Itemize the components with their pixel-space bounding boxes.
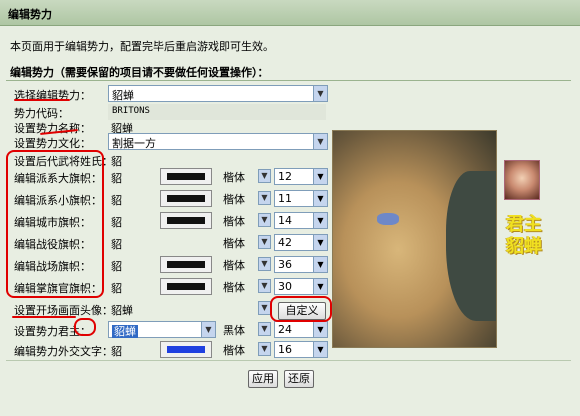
color-swatch-button[interactable] [160,278,212,295]
divider [6,80,571,81]
color-swatch-button[interactable] [160,168,212,185]
color-swatch [167,195,205,202]
apply-button[interactable]: 应用 [248,370,278,388]
annotation-underline [14,99,70,101]
annotation-underline [12,316,76,318]
annotation-bracket [6,150,104,298]
flag-char[interactable]: 貂 [111,258,122,274]
color-swatch-button[interactable] [160,256,212,273]
diplomacy-char[interactable]: 貂 [111,343,122,359]
chevron-down-icon[interactable]: ▼ [313,86,327,101]
annotation-mark [74,318,96,336]
size-dropdown[interactable]: 14 ▼ [274,212,328,229]
chevron-down-icon[interactable]: ▼ [258,257,271,271]
size-dropdown[interactable]: 36 ▼ [274,256,328,273]
chevron-down-icon[interactable]: ▼ [313,257,327,272]
color-swatch [167,173,205,180]
reset-button[interactable]: 还原 [284,370,314,388]
select-force-row: 选择编辑势力： 貂蝉 ▼ [0,84,330,104]
flag-char[interactable]: 貂 [111,170,122,186]
select-force-dropdown[interactable]: 貂蝉 ▼ [108,85,328,102]
size-value: 36 [278,258,292,271]
size-dropdown[interactable]: 42 ▼ [274,234,328,251]
ruler-dropdown[interactable]: 貂蝉 ▼ [108,321,216,338]
color-swatch [167,261,205,268]
chevron-down-icon[interactable]: ▼ [313,169,327,184]
diplomacy-text-row: 编辑势力外交文字： 貂 楷体 ▼ 16 ▼ [0,340,330,360]
chevron-down-icon[interactable]: ▼ [258,169,271,183]
force-culture-row: 设置势力文化： 割据一方 ▼ [0,132,330,152]
chevron-down-icon[interactable]: ▼ [313,279,327,294]
window-titlebar: 编辑势力 [0,0,580,26]
color-swatch [167,217,205,224]
size-dropdown[interactable]: 11 ▼ [274,190,328,207]
portrait-image [504,160,540,200]
chevron-down-icon[interactable]: ▼ [313,191,327,206]
opening-portrait-value: 貂蝉 [111,304,133,317]
color-swatch [167,283,205,290]
chevron-down-icon[interactable]: ▼ [201,322,215,337]
section-title: 编辑势力（需要保留的项目请不要做任何设置操作）： [10,66,269,79]
ruler-caption: 君主 貂蝉 [506,214,542,258]
ruler-value: 貂蝉 [112,325,138,338]
color-swatch-button[interactable] [160,341,212,358]
flag-char[interactable]: 貂 [111,280,122,296]
size-value: 14 [278,214,292,227]
ruler-row: 设置势力君主： 貂蝉 ▼ 黑体 ▼ 24 ▼ [0,320,330,340]
ruler-size-value: 24 [278,323,292,336]
force-culture-dropdown[interactable]: 割据一方 ▼ [108,133,328,150]
chevron-down-icon[interactable]: ▼ [258,191,271,205]
force-culture-label: 设置势力文化： [14,137,91,150]
force-culture-value: 割据一方 [112,137,156,150]
color-swatch [167,346,205,353]
size-dropdown[interactable]: 12 ▼ [274,168,328,185]
chevron-down-icon[interactable]: ▼ [313,342,327,357]
map-territory [377,213,399,225]
size-value: 30 [278,280,292,293]
size-value: 16 [278,343,292,356]
flag-char[interactable]: 貂 [111,236,122,252]
flag-char[interactable]: 貂 [111,192,122,208]
ruler-caption-name: 貂蝉 [506,236,542,257]
ruler-caption-title: 君主 [506,214,542,235]
chevron-down-icon[interactable]: ▼ [313,213,327,228]
chevron-down-icon[interactable]: ▼ [258,342,271,356]
chevron-down-icon[interactable]: ▼ [313,322,327,337]
map-preview [332,130,497,348]
color-swatch-button[interactable] [160,212,212,229]
divider [6,360,571,361]
size-value: 42 [278,236,292,249]
color-swatch-button[interactable] [160,190,212,207]
size-dropdown[interactable]: 16 ▼ [274,341,328,358]
diplomacy-text-label: 编辑势力外交文字： [14,345,113,358]
page-description: 本页面用于编辑势力，配置完毕后重启游戏即可生效。 [10,40,274,53]
select-force-value: 貂蝉 [112,89,134,102]
chevron-down-icon[interactable]: ▼ [313,235,327,250]
chevron-down-icon[interactable]: ▼ [313,134,327,149]
size-value: 11 [278,192,292,205]
chevron-down-icon[interactable]: ▼ [258,322,271,336]
chevron-down-icon[interactable]: ▼ [258,235,271,249]
annotation-circle [270,296,332,322]
ruler-size-dropdown[interactable]: 24 ▼ [274,321,328,338]
flag-char[interactable]: 貂 [111,214,122,230]
chevron-down-icon[interactable]: ▼ [258,279,271,293]
size-value: 12 [278,170,292,183]
map-sea [446,171,496,321]
chevron-down-icon[interactable]: ▼ [258,213,271,227]
window-title: 编辑势力 [8,8,52,21]
size-dropdown[interactable]: 30 ▼ [274,278,328,295]
